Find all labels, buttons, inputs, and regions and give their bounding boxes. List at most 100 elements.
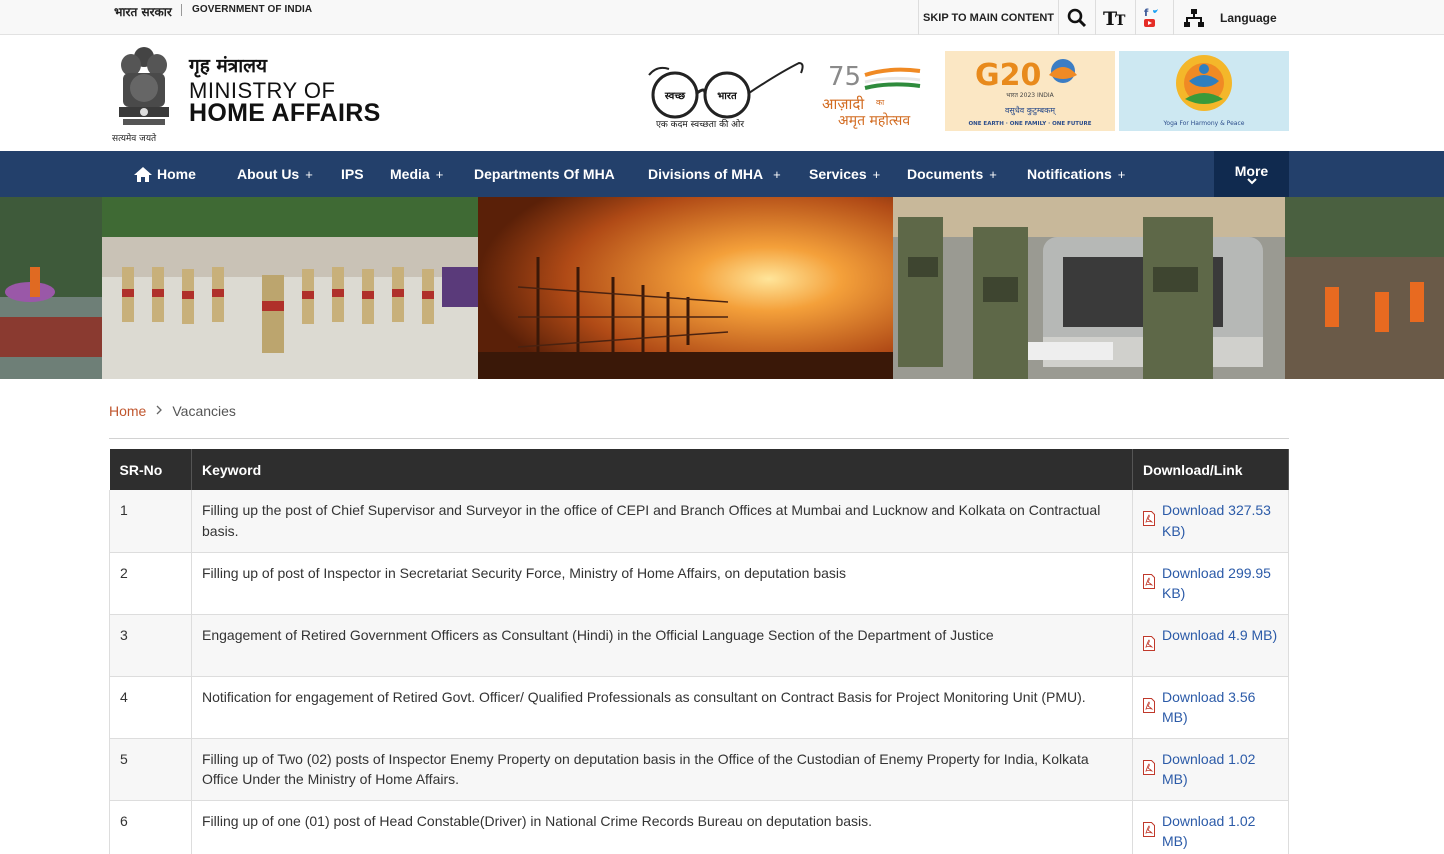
banner-image-disaster-response <box>1285 197 1444 379</box>
international-yoga-day-logo[interactable]: Yoga For Harmony & Peace <box>1119 51 1289 131</box>
cell-sr-no: 6 <box>109 800 192 854</box>
text-size-icon: TT <box>1103 8 1126 28</box>
nav-more-button[interactable]: More <box>1214 151 1289 197</box>
cell-sr-no: 2 <box>109 552 192 615</box>
national-emblem-logo[interactable] <box>113 43 175 141</box>
cell-keyword: Engagement of Retired Government Officer… <box>191 614 1133 677</box>
cell-keyword: Filling up of Two (02) posts of Inspecto… <box>191 738 1133 801</box>
azadi-75-text: 75 <box>828 62 861 92</box>
cell-keyword: Filling up of one (01) post of Head Cons… <box>191 800 1133 854</box>
search-icon <box>1067 8 1087 27</box>
download-link[interactable]: Download 327.53 KB) <box>1143 500 1278 541</box>
nav-item-label: Divisions of MHA <box>648 166 764 182</box>
banner-image-flood-rescue <box>0 197 102 379</box>
nav-item-label: Notifications <box>1027 166 1112 182</box>
breadcrumb: Home Vacancies <box>109 403 236 419</box>
nav-item-services[interactable]: Services + <box>809 151 880 197</box>
expand-plus-icon: + <box>989 166 997 182</box>
column-header-download: Download/Link <box>1132 449 1289 490</box>
azadi-line2: अमृत महोत्सव <box>838 112 910 129</box>
expand-plus-icon: + <box>435 166 444 182</box>
azadi-ka: का <box>876 98 885 107</box>
pdf-file-icon <box>1143 697 1155 713</box>
social-links-button[interactable]: f <box>1135 0 1173 35</box>
cell-keyword: Filling up of post of Inspector in Secre… <box>191 552 1133 615</box>
vacancies-table: SR-No Keyword Download/Link 1 Filling up… <box>109 449 1289 854</box>
azadi-ka-amrit-mahotsav-logo[interactable]: 75 आज़ादी का अमृत महोत्सव <box>820 57 940 132</box>
nav-item-notifications[interactable]: Notifications + <box>1027 151 1125 197</box>
nav-item-label: IPS <box>341 166 364 182</box>
download-link[interactable]: Download 3.56 MB) <box>1143 687 1278 728</box>
expand-plus-icon: + <box>872 166 881 182</box>
search-button[interactable] <box>1058 0 1095 35</box>
g20-title: G20 <box>975 58 1041 93</box>
nav-item-departments[interactable]: Departments Of MHA <box>474 151 615 197</box>
g20-sub: भारत 2023 INDIA <box>1006 92 1054 99</box>
sitemap-button[interactable] <box>1173 0 1213 35</box>
download-link-label: Download 3.56 MB) <box>1162 688 1256 726</box>
table-row: 3 Engagement of Retired Government Offic… <box>109 614 1289 677</box>
table-row: 4 Notification for engagement of Retired… <box>109 676 1289 739</box>
hero-banner <box>0 197 1444 379</box>
nav-item-label: Home <box>157 166 196 182</box>
nav-item-home[interactable]: Home <box>133 151 196 197</box>
nav-item-divisions[interactable]: Divisions of MHA + <box>648 151 781 197</box>
download-link[interactable]: Download 299.95 KB) <box>1143 563 1278 604</box>
social-media-icon: f <box>1143 8 1158 27</box>
nav-item-media[interactable]: Media + <box>390 151 443 197</box>
nav-item-label: About Us <box>237 166 300 182</box>
yoga-tagline: Yoga For Harmony & Peace <box>1163 120 1245 127</box>
main-navigation: Home About Us + IPS Media + Departments … <box>0 151 1444 197</box>
svg-text:f: f <box>1144 8 1149 19</box>
nav-item-about-us[interactable]: About Us + <box>237 151 313 197</box>
download-link[interactable]: Download 1.02 MB) <box>1143 749 1278 790</box>
g20-tagline: ONE EARTH · ONE FAMILY · ONE FUTURE <box>968 121 1091 127</box>
expand-plus-icon: + <box>773 166 781 182</box>
column-header-sr-no: SR-No <box>109 449 192 490</box>
g20-india-logo[interactable]: G20 भारत 2023 INDIA वसुधैव कुटुम्बकम् ON… <box>945 51 1115 131</box>
swachh-left-text: स्वच्छ <box>664 91 686 102</box>
table-row: 5 Filling up of Two (02) posts of Inspec… <box>109 738 1289 801</box>
download-link-label: Download 1.02 MB) <box>1162 812 1256 850</box>
expand-plus-icon: + <box>305 166 313 182</box>
table-row: 2 Filling up of post of Inspector in Sec… <box>109 552 1289 615</box>
azadi-line1: आज़ादी <box>822 95 865 113</box>
download-link-label: Download 327.53 KB) <box>1162 502 1271 539</box>
cell-sr-no: 5 <box>109 738 192 801</box>
government-hindi-label: भारत सरकार <box>114 5 172 19</box>
cell-sr-no: 3 <box>109 614 192 677</box>
ministry-name-hindi: गृह मंत्रालय <box>189 55 268 77</box>
home-icon <box>134 166 152 182</box>
chevron-right-icon <box>156 404 163 418</box>
cell-keyword: Notification for engagement of Retired G… <box>191 676 1133 739</box>
download-link[interactable]: Download 4.9 MB) <box>1143 625 1278 651</box>
table-header-row: SR-No Keyword Download/Link <box>109 449 1289 490</box>
language-selector[interactable]: Language <box>1213 0 1285 35</box>
nav-item-documents[interactable]: Documents + <box>907 151 997 197</box>
pdf-file-icon <box>1143 759 1155 775</box>
site-header: सत्यमेव जयते गृह मंत्रालय MINISTRY OF HO… <box>0 35 1444 151</box>
banner-image-vehicle-check <box>893 197 1285 379</box>
nav-item-label: Media <box>390 166 430 182</box>
nav-item-label: Documents <box>907 166 984 182</box>
swachh-right-text: भारत <box>717 91 738 102</box>
svg-text:T: T <box>1115 13 1126 28</box>
swachh-bharat-logo[interactable]: स्वच्छ भारत एक कदम स्वच्छता की ओर <box>645 55 805 130</box>
sitemap-icon <box>1183 8 1204 27</box>
skip-to-main-content-link[interactable]: SKIP TO MAIN CONTENT <box>918 0 1058 35</box>
government-english-label: GOVERNMENT OF INDIA <box>192 4 313 15</box>
download-link[interactable]: Download 1.02 MB) <box>1143 811 1278 852</box>
nav-item-ips[interactable]: IPS <box>341 151 364 197</box>
column-header-keyword: Keyword <box>191 449 1133 490</box>
expand-plus-icon: + <box>1117 166 1126 182</box>
download-link-label: Download 4.9 MB) <box>1162 626 1278 643</box>
chevron-down-icon <box>1214 177 1289 187</box>
download-link-label: Download 1.02 MB) <box>1162 750 1256 788</box>
cell-keyword: Filling up the post of Chief Supervisor … <box>191 490 1133 553</box>
swachh-tagline: एक कदम स्वच्छता की ओर <box>656 118 744 130</box>
table-row: 6 Filling up of one (01) post of Head Co… <box>109 800 1289 854</box>
ministry-name-line2: HOME AFFAIRS <box>189 99 381 127</box>
breadcrumb-home-link[interactable]: Home <box>109 403 146 419</box>
top-utility-bar: भारत सरकार GOVERNMENT OF INDIA SKIP TO M… <box>0 0 1444 35</box>
text-size-button[interactable]: TT <box>1095 0 1135 35</box>
